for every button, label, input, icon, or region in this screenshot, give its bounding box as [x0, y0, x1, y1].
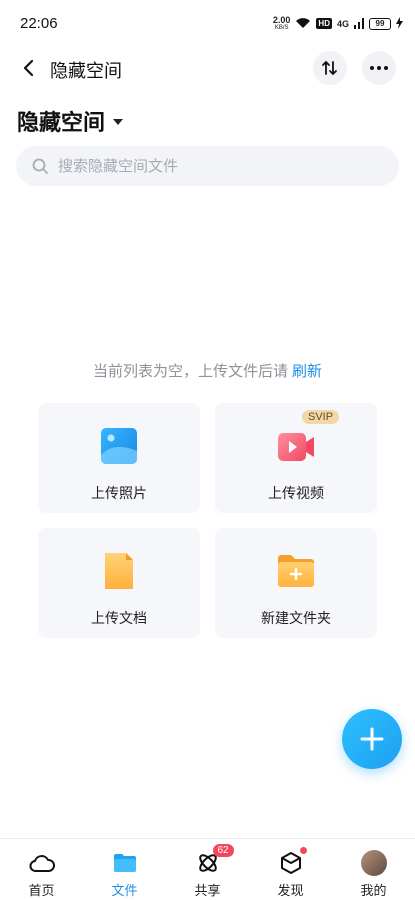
tab-files-label: 文件 — [111, 884, 138, 899]
upload-document-card[interactable]: 上传文档 — [38, 528, 200, 638]
folder-icon — [112, 850, 138, 876]
empty-state-message: 当前列表为空，上传文件后请 刷新 — [0, 360, 415, 381]
atom-icon: 62 — [195, 844, 234, 876]
search-icon — [32, 158, 48, 174]
tab-share-label: 共享 — [194, 884, 221, 899]
chevron-left-icon — [23, 59, 34, 77]
back-button[interactable] — [14, 54, 42, 82]
avatar — [360, 850, 387, 876]
sort-button[interactable] — [313, 51, 347, 85]
document-icon — [105, 553, 133, 589]
upload-video-label: 上传视频 — [268, 486, 324, 502]
new-folder-label: 新建文件夹 — [261, 611, 331, 627]
hd-badge: HD — [316, 18, 332, 29]
sort-arrows-icon — [322, 60, 337, 76]
network-speed-value: 2.00 — [272, 14, 291, 25]
refresh-link[interactable]: 刷新 — [292, 362, 322, 380]
bottom-tab-bar: 首页 文件 62 共享 发现 我的 — [0, 838, 415, 900]
tab-home-label: 首页 — [28, 884, 55, 899]
more-dots-icon — [370, 66, 388, 70]
svip-badge: SVIP — [302, 410, 340, 424]
photo-icon — [101, 428, 137, 464]
tab-files[interactable]: 文件 — [83, 839, 166, 900]
status-time: 22:06 — [20, 15, 58, 32]
upload-video-card[interactable]: SVIP 上传视频 — [215, 403, 377, 513]
search-input[interactable] — [58, 157, 358, 175]
space-switcher[interactable]: 隐藏空间 — [17, 105, 124, 137]
empty-state-text: 当前列表为空，上传文件后请 — [92, 362, 288, 380]
add-fab-button[interactable] — [342, 709, 402, 769]
share-badge: 62 — [212, 844, 234, 857]
more-button[interactable] — [362, 51, 396, 85]
search-bar[interactable] — [16, 146, 399, 186]
wifi-icon — [295, 14, 311, 33]
caret-down-icon — [113, 119, 124, 125]
user-avatar-image — [360, 850, 387, 876]
cube-icon — [278, 847, 307, 876]
tab-discover-label: 发现 — [277, 884, 304, 899]
tab-share[interactable]: 62 共享 — [166, 839, 249, 900]
folder-plus-icon — [278, 555, 314, 587]
tab-home[interactable]: 首页 — [0, 839, 83, 900]
tab-mine[interactable]: 我的 — [332, 839, 415, 900]
upload-photo-card[interactable]: 上传照片 — [38, 403, 200, 513]
battery-icon: 99 — [369, 17, 391, 30]
charging-icon — [396, 14, 403, 33]
cloud-icon — [28, 850, 55, 876]
signal-label: 4G — [336, 18, 349, 29]
plus-icon — [360, 727, 384, 751]
discover-red-dot — [299, 847, 307, 854]
upload-photo-label: 上传照片 — [91, 486, 147, 502]
status-bar: 22:06 2.00 KB/S HD 4G 99 — [0, 0, 415, 48]
tab-mine-label: 我的 — [360, 884, 387, 899]
upload-document-label: 上传文档 — [91, 611, 147, 627]
network-speed-unit: KB/S — [274, 24, 289, 31]
new-folder-card[interactable]: 新建文件夹 — [215, 528, 377, 638]
video-icon — [278, 433, 314, 461]
status-indicators: 2.00 KB/S HD 4G 99 — [273, 14, 403, 33]
top-nav: 隐藏空间 — [0, 48, 415, 90]
network-speed: 2.00 KB/S — [272, 14, 291, 32]
page-title: 隐藏空间 — [50, 61, 122, 82]
space-title: 隐藏空间 — [17, 111, 106, 136]
tab-discover[interactable]: 发现 — [249, 839, 332, 900]
signal-icon — [354, 14, 364, 33]
